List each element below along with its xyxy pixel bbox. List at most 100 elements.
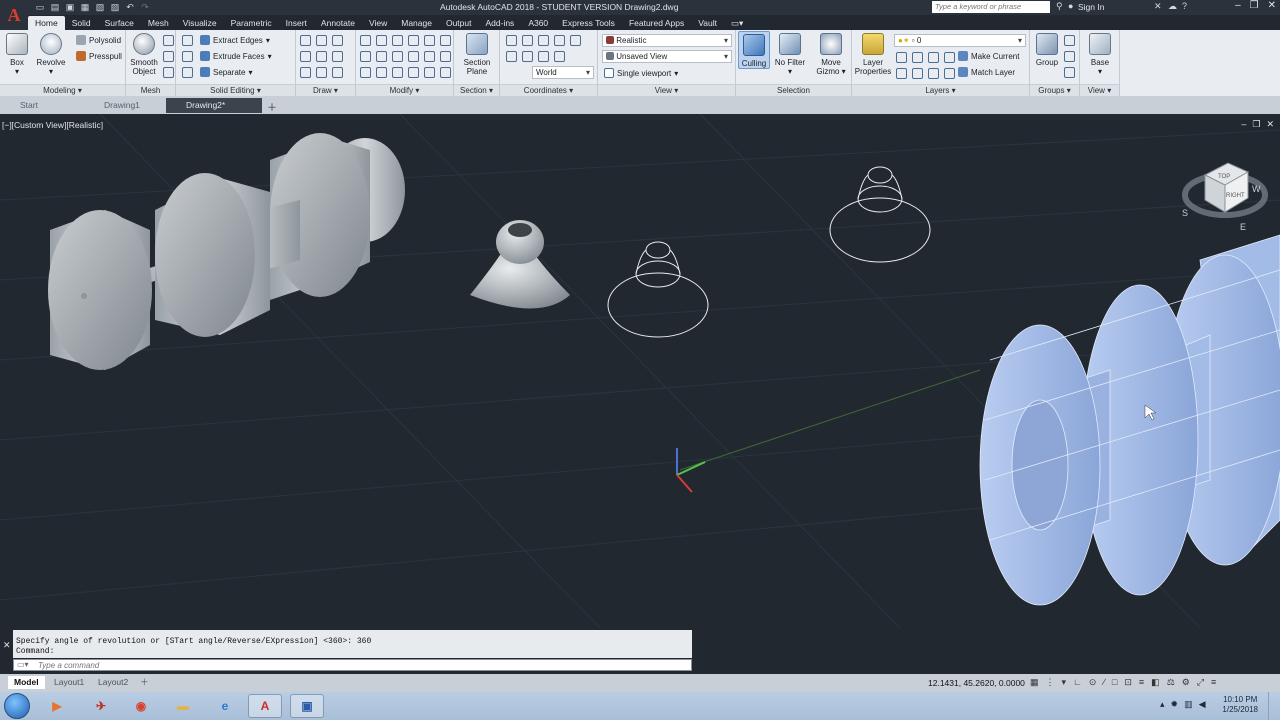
box-button[interactable]: Box ▾ xyxy=(5,33,29,76)
move-gizmo-button[interactable]: Move Gizmo ▾ xyxy=(814,33,848,76)
scale-icon[interactable] xyxy=(392,51,403,62)
layer-tool-icon[interactable] xyxy=(896,52,907,63)
wireframe-profile-2[interactable] xyxy=(829,166,931,263)
network-icon[interactable]: ▥ xyxy=(1184,699,1193,710)
tab-a360[interactable]: A360 xyxy=(521,16,555,30)
revolved-solid-knob[interactable] xyxy=(470,220,570,309)
revolved-solid-dumbbell[interactable] xyxy=(48,133,405,370)
group-tool-icon[interactable] xyxy=(1064,51,1075,62)
tab-parametric[interactable]: Parametric xyxy=(224,16,279,30)
align-icon[interactable] xyxy=(408,67,419,78)
group-button[interactable]: Group xyxy=(1034,33,1060,67)
minimize-icon[interactable]: – xyxy=(1235,0,1241,11)
copy-icon[interactable] xyxy=(376,51,387,62)
tab-vault[interactable]: Vault xyxy=(691,16,724,30)
offset-icon[interactable] xyxy=(424,51,435,62)
coordinate-readout[interactable]: 12.1431, 45.2620, 0.0000 xyxy=(928,678,1025,688)
hatch-icon[interactable] xyxy=(332,51,343,62)
culling-button[interactable]: Culling xyxy=(738,31,770,69)
ucs-origin-icon[interactable] xyxy=(570,35,581,46)
file-tab-drawing1[interactable]: Drawing1 xyxy=(84,98,172,113)
grid-icon[interactable]: ▦ xyxy=(1030,677,1039,688)
join-icon[interactable] xyxy=(376,67,387,78)
layout-tab-layout2[interactable]: Layout2 xyxy=(92,676,134,689)
lineweight-icon[interactable]: ≡ xyxy=(1139,677,1144,688)
a360-icon[interactable]: ☁ xyxy=(1168,1,1177,12)
tab-home[interactable]: Home xyxy=(28,16,65,30)
separate-button[interactable]: Separate ▾ xyxy=(200,67,252,77)
panel-title-groups[interactable]: Groups ▾ xyxy=(1030,84,1079,96)
app-menu-button[interactable]: A xyxy=(0,0,28,30)
tab-manage[interactable]: Manage xyxy=(394,16,439,30)
exchange-icon[interactable]: ✕ xyxy=(1154,1,1162,12)
layer-tool-icon[interactable] xyxy=(928,52,939,63)
layer-tool-icon[interactable] xyxy=(944,52,955,63)
tray-app-icon[interactable]: ✹ xyxy=(1171,699,1179,710)
layout-tab-model[interactable]: Model xyxy=(8,676,45,689)
ucs-y-icon[interactable] xyxy=(538,35,549,46)
taskbar-chrome-icon[interactable]: ◉ xyxy=(124,694,158,718)
sign-in-link[interactable]: Sign In xyxy=(1078,2,1104,12)
intersect-icon[interactable] xyxy=(182,67,193,78)
selected-crank-solid[interactable] xyxy=(979,234,1280,606)
make-current-button[interactable]: Make Current xyxy=(958,51,1019,61)
panel-title-coordinates[interactable]: Coordinates ▾ xyxy=(500,84,597,96)
ribbon-options-icon[interactable]: ▭▾ xyxy=(724,16,750,30)
smooth-object-button[interactable]: Smooth Object xyxy=(128,33,160,76)
taskbar-app-icon[interactable]: ✈ xyxy=(84,694,118,718)
restore-icon[interactable]: ❐ xyxy=(1250,0,1259,11)
ucs-z-icon[interactable] xyxy=(554,35,565,46)
tab-view[interactable]: View xyxy=(362,16,394,30)
search-input[interactable] xyxy=(932,1,1050,13)
saved-view-dropdown[interactable]: Unsaved View ▾ xyxy=(602,50,732,63)
minimize-icon[interactable]: – xyxy=(1241,119,1246,130)
start-button[interactable] xyxy=(4,693,30,719)
layer-tool-icon[interactable] xyxy=(928,68,939,79)
clock[interactable]: 10:10 PM 1/25/2018 xyxy=(1222,695,1258,715)
rectangle-icon[interactable] xyxy=(316,51,327,62)
ellipse-icon[interactable] xyxy=(316,67,327,78)
panel-title-modify[interactable]: Modify ▾ xyxy=(356,84,453,96)
panel-title-view[interactable]: View ▾ xyxy=(598,84,735,96)
layer-properties-button[interactable]: Layer Properties xyxy=(854,33,892,76)
tab-insert[interactable]: Insert xyxy=(279,16,314,30)
ortho-icon[interactable]: ∟ xyxy=(1073,677,1082,688)
mesh-tool-icon[interactable] xyxy=(163,35,174,46)
tab-output[interactable]: Output xyxy=(439,16,479,30)
print-icon[interactable]: ▨ xyxy=(109,1,121,13)
chamfer-icon[interactable] xyxy=(360,67,371,78)
mirror-icon[interactable] xyxy=(408,35,419,46)
viewcube[interactable]: TOP RIGHT S E W xyxy=(1182,162,1268,232)
plot-icon[interactable]: ▧ xyxy=(94,1,106,13)
save-icon[interactable]: ▣ xyxy=(64,1,76,13)
base-button[interactable]: Base ▾ xyxy=(1086,33,1114,76)
fullscreen-icon[interactable]: ⤢ xyxy=(1197,677,1204,688)
customize-icon[interactable]: ≡ xyxy=(1211,677,1216,688)
panel-title-draw[interactable]: Draw ▾ xyxy=(296,84,355,96)
ucs-3point-icon[interactable] xyxy=(522,51,533,62)
rotate-icon[interactable] xyxy=(376,35,387,46)
taskbar-recorder-icon[interactable]: ▣ xyxy=(290,694,324,718)
close-icon[interactable]: ✕ xyxy=(1266,119,1274,130)
layout-tab-layout1[interactable]: Layout1 xyxy=(48,676,90,689)
no-filter-button[interactable]: No Filter ▾ xyxy=(772,33,808,76)
binoculars-icon[interactable]: ⚲ xyxy=(1056,1,1063,12)
point-icon[interactable] xyxy=(332,67,343,78)
infer-icon[interactable]: ▾ xyxy=(1062,677,1067,688)
taskbar-autocad-icon[interactable]: A xyxy=(248,694,282,718)
saveas-icon[interactable]: ▦ xyxy=(79,1,91,13)
subtract-icon[interactable] xyxy=(182,51,193,62)
isodraft-icon[interactable]: ∕ xyxy=(1103,677,1105,688)
close-icon[interactable]: ✕ xyxy=(3,640,11,651)
tab-addins[interactable]: Add-ins xyxy=(478,16,521,30)
extrude-faces-button[interactable]: Extrude Faces ▾ xyxy=(200,51,272,61)
panel-title-section[interactable]: Section ▾ xyxy=(454,84,499,96)
panel-title-mesh[interactable]: Mesh xyxy=(126,84,175,96)
panel-title-view-base[interactable]: View ▾ xyxy=(1080,84,1119,96)
workspace-gear-icon[interactable]: ⚙ xyxy=(1182,677,1190,688)
arc-icon[interactable] xyxy=(300,51,311,62)
mesh-tool-icon[interactable] xyxy=(163,51,174,62)
spline-icon[interactable] xyxy=(300,67,311,78)
show-desktop-button[interactable] xyxy=(1268,692,1280,720)
section-plane-button[interactable]: Section Plane xyxy=(460,33,494,76)
